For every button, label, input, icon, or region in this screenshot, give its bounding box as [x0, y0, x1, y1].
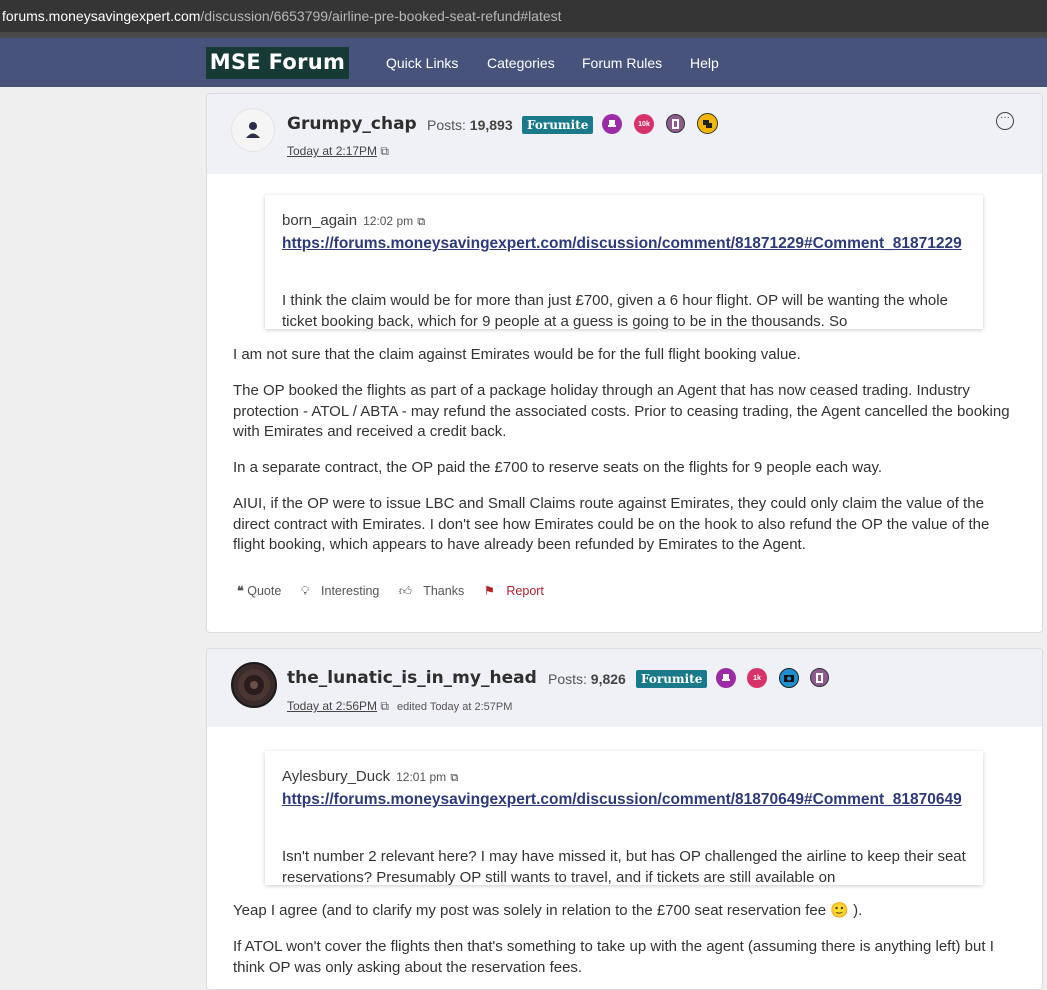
posts-count: 19,893 [469, 117, 513, 133]
nav-categories[interactable]: Categories [487, 55, 555, 71]
quote-time[interactable]: 12:02 pm [363, 214, 413, 228]
quote-button[interactable]: ❝ Quote [237, 584, 289, 598]
link-icon: ⧉ [380, 144, 389, 158]
comment-badge-icon[interactable] [697, 113, 718, 134]
post-paragraph: Yeap I agree (and to clarify my post was… [233, 902, 863, 919]
quote-header: Aylesbury_Duck 12:01 pm ⧉ [282, 768, 458, 785]
link-icon: ⧉ [380, 699, 389, 713]
avatar[interactable] [231, 108, 275, 152]
film-badge-icon[interactable] [810, 668, 829, 687]
post-card: the_lunatic_is_in_my_head Posts: 9,826 F… [206, 648, 1043, 990]
posts-count: 9,826 [590, 671, 626, 687]
post-header: Grumpy_chap Posts: 19,893 Forumite 10k T… [207, 94, 1042, 174]
quote-text: Isn't number 2 relevant here? I may have… [282, 848, 966, 885]
quoted-post: Aylesbury_Duck 12:01 pm ⧉ https://forums.… [265, 751, 983, 885]
avatar-image [238, 669, 270, 701]
address-bar[interactable]: forums.moneysavingexpert.com/discussion/… [0, 0, 1047, 32]
flag-icon: ⚑ [483, 584, 495, 598]
avatar[interactable] [231, 662, 277, 708]
quote-time[interactable]: 12:01 pm [396, 770, 446, 784]
post-paragraph: AIUI, if the OP were to issue LBC and Sm… [233, 495, 990, 553]
quote-header: born_again 12:02 pm ⧉ [282, 212, 425, 229]
post-count: Posts: 19,893 [427, 117, 513, 133]
post-author[interactable]: the_lunatic_is_in_my_head [287, 668, 537, 688]
link-icon: ⧉ [417, 216, 426, 228]
seat-badge-icon[interactable] [716, 668, 736, 688]
film-badge-icon[interactable] [666, 114, 685, 133]
post-paragraph: In a separate contract, the OP paid the … [233, 459, 883, 476]
post-actions: ❝ Quote 💡︎ Interesting 👍︎ Thanks ⚑ Repor… [237, 583, 560, 599]
thumbs-up-icon: 👍︎ [398, 584, 412, 598]
posts-1k-badge-icon[interactable]: 1k [747, 668, 767, 688]
quoted-post: born_again 12:02 pm ⧉ https://forums.mone… [265, 195, 983, 329]
more-options-icon[interactable]: ··· [996, 112, 1014, 130]
post-count: Posts: 9,826 [548, 671, 626, 687]
quote-link[interactable]: https://forums.moneysavingexpert.com/dis… [282, 233, 972, 254]
timestamp-link[interactable]: Today at 2:56PM [287, 699, 377, 713]
post-timestamp[interactable]: Today at 2:56PM ⧉ edited Today at 2:57PM [287, 699, 512, 714]
quote-text: I think the claim would be for more than… [282, 292, 948, 329]
rank-badge: Forumite [522, 116, 594, 134]
quote-link[interactable]: https://forums.moneysavingexpert.com/dis… [282, 789, 972, 810]
quote-label: Quote [247, 584, 282, 598]
posts-label: Posts: [548, 671, 587, 687]
mse-forum-logo[interactable]: MSE Forum [206, 47, 349, 79]
nav-quick-links[interactable]: Quick Links [386, 55, 458, 71]
interesting-label: Interesting [321, 584, 380, 598]
quote-author[interactable]: born_again [282, 212, 357, 229]
post-paragraph: The OP booked the flights as part of a p… [233, 382, 1010, 440]
posts-label: Posts: [427, 117, 466, 133]
post-author[interactable]: Grumpy_chap [287, 114, 417, 134]
report-label: Report [506, 584, 544, 598]
post-header: the_lunatic_is_in_my_head Posts: 9,826 F… [207, 649, 1042, 727]
url-path: /discussion/6653799/airline-pre-booked-s… [200, 8, 562, 24]
post-paragraph: If ATOL won't cover the flights then tha… [233, 938, 994, 976]
nav-help[interactable]: Help [690, 55, 719, 71]
posts-10k-badge-icon[interactable]: 10k [634, 114, 654, 134]
thanks-button[interactable]: 👍︎ Thanks [399, 584, 472, 598]
post-card: Grumpy_chap Posts: 19,893 Forumite 10k T… [206, 93, 1043, 633]
report-button[interactable]: ⚑ Report [484, 584, 552, 598]
timestamp-link[interactable]: Today at 2:17PM [287, 144, 377, 158]
edited-note: edited Today at 2:57PM [396, 701, 513, 713]
nav-forum-rules[interactable]: Forum Rules [582, 55, 662, 71]
lightbulb-icon: 💡︎ [300, 584, 310, 598]
forum-navbar: MSE Forum Quick Links Categories Forum R… [0, 38, 1047, 87]
user-icon [246, 122, 260, 138]
post-paragraph: I am not sure that the claim against Emi… [233, 346, 801, 363]
rank-badge: Forumite [636, 670, 708, 688]
post-timestamp[interactable]: Today at 2:17PM ⧉ [287, 144, 389, 159]
thanks-label: Thanks [423, 584, 465, 598]
seat-badge-icon[interactable] [602, 114, 622, 134]
interesting-button[interactable]: 💡︎ Interesting [301, 584, 388, 598]
quote-icon: ❝ [237, 584, 244, 598]
camera-badge-icon[interactable] [779, 668, 799, 688]
quote-author[interactable]: Aylesbury_Duck [282, 768, 390, 785]
url-host: forums.moneysavingexpert.com [2, 8, 201, 24]
link-icon: ⧉ [450, 772, 459, 784]
